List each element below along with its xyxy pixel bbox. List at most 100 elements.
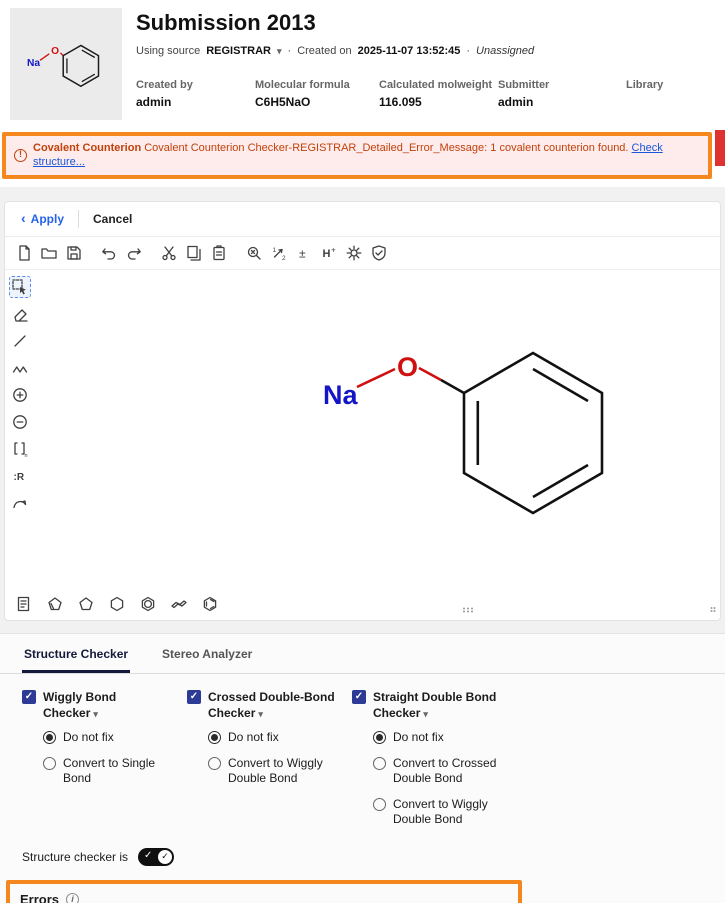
editor-actions-bar: Apply Cancel <box>5 202 720 237</box>
svg-text:2: 2 <box>282 255 286 262</box>
select-tool-icon[interactable] <box>9 276 31 298</box>
atom-map-icon[interactable]: 12 <box>268 242 290 264</box>
cyclohexane-template-icon[interactable] <box>106 593 128 615</box>
divider <box>78 210 79 228</box>
apply-button[interactable]: Apply <box>21 212 64 226</box>
undo-icon[interactable] <box>98 242 120 264</box>
structure-library-icon[interactable] <box>13 593 35 615</box>
radio-option[interactable]: Convert to Wiggly Double Bond <box>208 756 337 787</box>
reaction-arrow-icon[interactable] <box>9 492 31 514</box>
molecule-structure[interactable]: Na O <box>5 270 720 592</box>
source-dropdown[interactable]: REGISTRAR <box>206 45 281 57</box>
charge-icon[interactable]: ± <box>293 242 315 264</box>
info-icon[interactable] <box>66 893 79 903</box>
radio-unselected-icon[interactable] <box>43 757 56 770</box>
radio-selected-icon[interactable] <box>208 731 221 744</box>
tab-stereo-analyzer[interactable]: Stereo Analyzer <box>160 634 254 673</box>
metadata-fields: Created by admin Molecular formula C6H5N… <box>136 79 715 109</box>
thumb-atom-o: O <box>51 46 59 57</box>
checkbox-checked-icon[interactable] <box>352 690 366 704</box>
vertical-scrollbar-handle[interactable] <box>709 601 717 619</box>
section-gap <box>0 187 725 201</box>
charge-minus-icon[interactable] <box>9 411 31 433</box>
template-toolbar <box>5 592 720 620</box>
aromatic-ring-template-icon[interactable] <box>199 593 221 615</box>
radio-option[interactable]: Convert to Crossed Double Bond <box>373 756 522 787</box>
straight-double-bond-checker-group: Straight Double Bond Checker Do not fix … <box>352 689 522 828</box>
created-on-label: Created on <box>297 45 351 57</box>
radio-option[interactable]: Convert to Wiggly Double Bond <box>373 797 522 828</box>
radio-option[interactable]: Convert to Single Bond <box>43 756 172 787</box>
radio-selected-icon[interactable] <box>43 731 56 744</box>
editor-left-toolbar: n :R <box>9 276 31 514</box>
cyclopentane-template-icon[interactable] <box>75 593 97 615</box>
radio-option[interactable]: Do not fix <box>373 730 522 746</box>
crossed-double-bond-checker-group: Crossed Double-Bond Checker Do not fix C… <box>187 689 337 828</box>
cut-icon[interactable] <box>158 242 180 264</box>
atom-label-na[interactable]: Na <box>323 380 358 410</box>
paste-icon[interactable] <box>208 242 230 264</box>
svg-text:H: H <box>323 248 331 260</box>
assignment-status: Unassigned <box>476 45 534 57</box>
editor-canvas-area: n :R Na O <box>5 270 720 592</box>
thumb-atom-na: Na <box>27 58 40 69</box>
radio-option[interactable]: Do not fix <box>208 730 337 746</box>
group-label[interactable]: Straight Double Bond Checker <box>373 689 522 721</box>
checker-tabs: Structure Checker Stereo Analyzer <box>0 634 725 674</box>
benzene-template-icon[interactable] <box>137 593 159 615</box>
chain-tool-icon[interactable] <box>9 357 31 379</box>
settings-gear-icon[interactable] <box>343 242 365 264</box>
r-group-icon[interactable]: :R <box>9 465 31 487</box>
wiggly-bond-checker-group: Wiggly Bond Checker Do not fix Convert t… <box>22 689 172 828</box>
horizontal-scrollbar-handle[interactable] <box>461 601 479 619</box>
add-hydrogens-icon[interactable]: H+ <box>318 242 340 264</box>
chair-cyclohexane-template-icon[interactable] <box>168 593 190 615</box>
svg-text:+: + <box>331 245 336 254</box>
structure-checker-panel: Structure Checker Stereo Analyzer Wiggly… <box>0 633 725 903</box>
new-document-icon[interactable] <box>13 242 35 264</box>
zoom-icon[interactable] <box>243 242 265 264</box>
field-library: Library <box>626 79 715 109</box>
atom-label-o[interactable]: O <box>397 352 418 382</box>
group-bracket-icon[interactable]: n <box>9 438 31 460</box>
errors-heading: Errors <box>20 892 59 903</box>
checker-groups: Wiggly Bond Checker Do not fix Convert t… <box>0 674 725 828</box>
svg-text:n: n <box>25 453 28 458</box>
save-icon[interactable] <box>63 242 85 264</box>
checkbox-checked-icon[interactable] <box>187 690 201 704</box>
svg-text:±: ± <box>299 246 306 260</box>
thumbnail-molecule: Na O <box>14 12 118 116</box>
structure-checker-toggle[interactable] <box>138 848 174 866</box>
page-title: Submission 2013 <box>136 10 715 36</box>
covalent-counterion-warning: Covalent Counterion Covalent Counterion … <box>2 132 712 179</box>
radio-unselected-icon[interactable] <box>373 757 386 770</box>
cancel-button[interactable]: Cancel <box>93 212 132 226</box>
copy-icon[interactable] <box>183 242 205 264</box>
cyclopentadiene-template-icon[interactable] <box>44 593 66 615</box>
radio-unselected-icon[interactable] <box>373 798 386 811</box>
radio-unselected-icon[interactable] <box>208 757 221 770</box>
tab-structure-checker[interactable]: Structure Checker <box>22 634 130 673</box>
structure-editor-card: Apply Cancel 12 ± H+ n :R <box>4 201 721 621</box>
separator-dot: · <box>288 45 292 57</box>
field-submitter: Submitter admin <box>498 79 626 109</box>
bond-tool-icon[interactable] <box>9 330 31 352</box>
structure-check-icon[interactable] <box>368 242 390 264</box>
redo-icon[interactable] <box>123 242 145 264</box>
erase-tool-icon[interactable] <box>9 303 31 325</box>
group-label[interactable]: Wiggly Bond Checker <box>43 689 172 721</box>
warning-icon <box>14 149 27 162</box>
separator-dot: · <box>466 45 470 57</box>
chevron-left-icon <box>21 212 26 226</box>
submission-header: Na O Submission 2013 Using source REGIST… <box>0 0 725 130</box>
checkbox-checked-icon[interactable] <box>22 690 36 704</box>
open-icon[interactable] <box>38 242 60 264</box>
errors-box: Errors Covalent Counterion Checker-REGIS… <box>6 880 522 903</box>
radio-selected-icon[interactable] <box>373 731 386 744</box>
warning-title: Covalent Counterion <box>33 142 141 154</box>
charge-plus-icon[interactable] <box>9 384 31 406</box>
radio-option[interactable]: Do not fix <box>43 730 172 746</box>
structure-thumbnail: Na O <box>10 8 122 120</box>
group-label[interactable]: Crossed Double-Bond Checker <box>208 689 337 721</box>
field-created-by: Created by admin <box>136 79 255 109</box>
